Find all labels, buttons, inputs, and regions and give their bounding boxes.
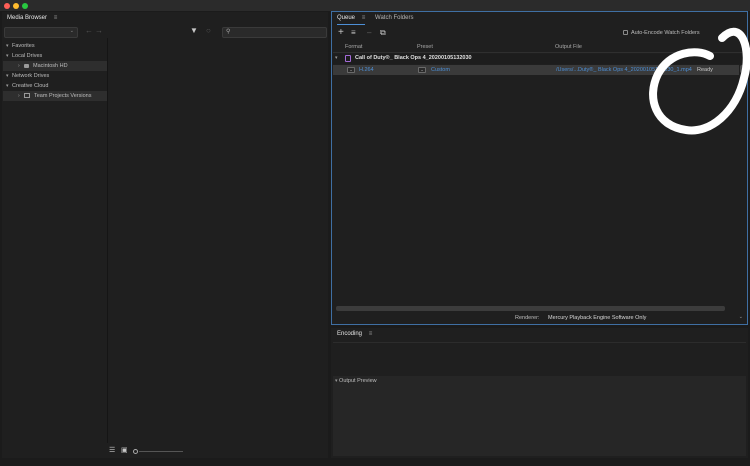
view-toggle-icon[interactable]: ○ — [206, 26, 211, 36]
media-browser-header: Media Browser ≡ — [7, 12, 57, 25]
zoom-slider-track[interactable] — [139, 451, 183, 452]
window-titlebar — [0, 0, 750, 11]
duplicate-icon[interactable]: ⧉ — [380, 28, 386, 38]
format-value[interactable]: H.264 — [359, 67, 374, 73]
media-search-input[interactable]: ⚲ — [222, 27, 327, 38]
column-header-output-file[interactable]: Output File — [555, 44, 582, 50]
output-preview-area — [333, 376, 746, 456]
job-name: Call of Duty®_ Black Ops 4_2020010513203… — [355, 55, 472, 61]
format-dropdown[interactable]: ⌄ — [347, 67, 358, 74]
forward-arrow-icon[interactable]: → — [95, 26, 103, 36]
encoding-title: Encoding — [337, 331, 363, 337]
icon-view-icon[interactable]: ▣ — [121, 446, 128, 456]
back-arrow-icon[interactable]: ← — [85, 26, 93, 36]
list-view-icon[interactable]: ☰ — [109, 446, 115, 456]
chevron-down-icon: ⌄ — [69, 28, 74, 34]
remove-icon[interactable]: – — [367, 28, 371, 38]
zoom-slider-handle[interactable] — [133, 449, 138, 454]
renderer-dropdown[interactable]: Mercury Playback Engine Software Only ⌄ — [545, 313, 745, 323]
renderer-label: Renderer: — [515, 315, 540, 321]
chevron-down-icon: ⌄ — [418, 67, 426, 73]
output-preview-toggle[interactable]: ▾ Output Preview — [335, 378, 377, 384]
team-projects-label: Team Projects Versions — [34, 93, 92, 99]
horizontal-scrollbar[interactable] — [336, 306, 725, 311]
tree-item-network-drives[interactable]: ▾ Network Drives — [6, 71, 49, 81]
chevron-down-icon: ⌄ — [738, 314, 743, 320]
tree-item-local-drives[interactable]: ▾ Local Drives — [6, 51, 42, 61]
tree-item-favorites[interactable]: ▾ Favorites — [6, 41, 35, 51]
browser-location-dropdown[interactable]: ⌄ — [4, 27, 78, 38]
tab-queue[interactable]: Queue ≡ — [337, 12, 366, 25]
annotation-circle-drawing — [649, 27, 750, 135]
favorites-label: Favorites — [12, 43, 35, 49]
encoding-header: Encoding ≡ — [337, 328, 372, 341]
renderer-value: Mercury Playback Engine Software Only — [548, 315, 647, 321]
column-header-preset[interactable]: Preset — [417, 44, 433, 50]
chevron-down-icon: ⌄ — [347, 67, 355, 73]
filter-icon[interactable]: ▼ — [190, 26, 198, 36]
preset-settings-icon[interactable]: ≡ — [351, 28, 356, 38]
minimize-window-button[interactable] — [13, 3, 19, 9]
tree-item-macintosh-hd[interactable]: › Macintosh HD — [3, 61, 107, 71]
chevron-down-icon: ▾ — [335, 378, 338, 384]
tree-item-creative-cloud[interactable]: ▾ Creative Cloud — [6, 81, 48, 91]
preset-dropdown[interactable]: ⌄ — [418, 67, 429, 74]
zoom-window-button[interactable] — [22, 3, 28, 9]
tree-content-divider — [107, 38, 108, 443]
panel-menu-icon[interactable]: ≡ — [54, 12, 58, 25]
auto-encode-checkbox[interactable] — [623, 30, 628, 36]
tree-item-team-projects[interactable]: › Team Projects Versions — [3, 91, 107, 101]
search-icon: ⚲ — [226, 29, 231, 35]
hard-drive-icon — [24, 63, 29, 68]
watch-folders-tab-label: Watch Folders — [375, 15, 414, 21]
media-browser-title: Media Browser — [7, 15, 48, 21]
add-source-icon[interactable]: + — [338, 28, 344, 38]
panel-menu-icon[interactable]: ≡ — [362, 12, 366, 24]
queue-tab-label: Queue — [337, 15, 356, 21]
local-drives-label: Local Drives — [12, 53, 43, 59]
panel-menu-icon[interactable]: ≡ — [369, 328, 373, 341]
team-projects-icon — [24, 93, 30, 99]
creative-cloud-label: Creative Cloud — [12, 83, 49, 89]
preset-value[interactable]: Custom — [431, 67, 450, 73]
media-browser-panel — [2, 12, 328, 458]
collapse-chevron-icon[interactable]: ▾ — [335, 55, 338, 61]
column-header-format[interactable]: Format — [345, 44, 362, 50]
tab-watch-folders[interactable]: Watch Folders — [375, 12, 413, 24]
network-drives-label: Network Drives — [12, 73, 50, 79]
premiere-project-icon — [345, 55, 351, 62]
encoding-divider — [333, 342, 746, 343]
macintosh-hd-label: Macintosh HD — [33, 63, 68, 69]
output-preview-label: Output Preview — [339, 378, 377, 384]
close-window-button[interactable] — [4, 3, 10, 9]
